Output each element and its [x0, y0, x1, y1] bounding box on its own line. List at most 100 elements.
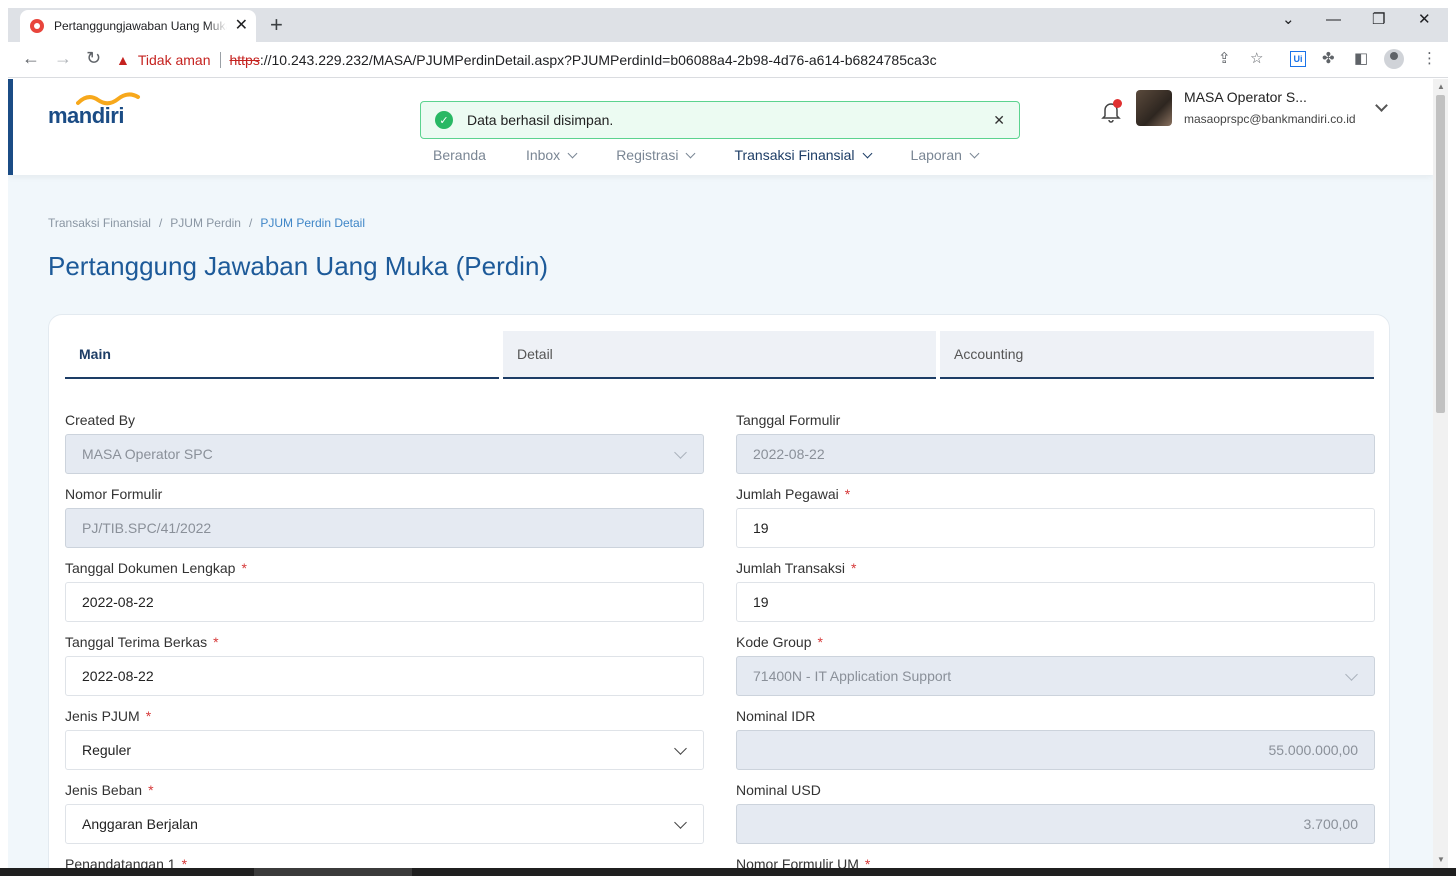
menu-kebab-icon[interactable]: ⋮: [1422, 51, 1437, 66]
tgl-formulir-value: 2022-08-22: [753, 446, 825, 462]
nav-registrasi[interactable]: Registrasi: [616, 147, 696, 163]
main-nav: Beranda Inbox Registrasi Transaksi Finan…: [433, 147, 980, 163]
tgl-formulir-label: Tanggal Formulir: [736, 412, 841, 428]
nav-beranda[interactable]: Beranda: [433, 147, 486, 163]
browser-toolbar: ← → ↻ ▲ Tidak aman https ://10.243.229.2…: [8, 42, 1448, 78]
reload-icon[interactable]: ↻: [86, 49, 101, 67]
success-toast: ✓ Data berhasil disimpan. ✕: [420, 101, 1020, 139]
chevron-down-icon: [862, 148, 872, 158]
scroll-up-icon[interactable]: ▲: [1437, 82, 1445, 91]
tab-search-icon[interactable]: ⌄: [1282, 12, 1295, 27]
tab-close-icon[interactable]: ✕: [235, 18, 248, 34]
check-circle-icon: ✓: [435, 111, 453, 129]
bookmark-star-icon[interactable]: ☆: [1250, 51, 1263, 66]
jumlah-transaksi-input[interactable]: 19: [736, 582, 1375, 622]
share-icon[interactable]: ⇪: [1218, 51, 1231, 66]
tab-detail[interactable]: Detail: [503, 331, 936, 379]
scroll-down-icon[interactable]: ▼: [1437, 855, 1445, 864]
tgl-formulir-field[interactable]: 2022-08-22: [736, 434, 1375, 474]
tab-label: Detail: [517, 346, 553, 362]
required-mark: *: [213, 634, 219, 650]
breadcrumb-item[interactable]: Transaksi Finansial: [48, 216, 151, 230]
tab-title: Pertanggungjawaban Uang Muka: [54, 19, 227, 33]
minimize-icon[interactable]: —: [1326, 12, 1341, 27]
uipath-extension-icon[interactable]: Ui: [1290, 51, 1306, 67]
vertical-scrollbar[interactable]: ▲ ▼: [1433, 79, 1448, 868]
url-text: ://10.243.229.232/MASA/PJUMPerdinDetail.…: [259, 52, 937, 68]
required-mark: *: [864, 856, 871, 868]
label-text: Jenis Beban: [65, 782, 143, 798]
nomor-formulir-field[interactable]: PJ/TIB.SPC/41/2022: [65, 508, 704, 548]
nav-label: Transaksi Finansial: [734, 147, 855, 163]
nav-inbox[interactable]: Inbox: [526, 147, 578, 163]
divider: [220, 52, 222, 68]
breadcrumb-separator: /: [158, 216, 163, 230]
tab-label: Accounting: [954, 346, 1024, 362]
jenis-beban-value: Anggaran Berjalan: [82, 816, 198, 832]
tab-label: Main: [79, 346, 111, 362]
new-tab-button[interactable]: +: [270, 14, 283, 36]
back-icon[interactable]: ←: [22, 49, 40, 67]
label-text: Kode Group: [736, 634, 812, 650]
kode-group-select[interactable]: 71400N - IT Application Support: [736, 656, 1375, 696]
form-tabs: Main Detail Accounting: [65, 331, 1375, 379]
required-mark: *: [844, 486, 851, 502]
nav-laporan[interactable]: Laporan: [911, 147, 980, 163]
scrollbar-thumb[interactable]: [1436, 95, 1445, 413]
breadcrumb-item[interactable]: PJUM Perdin: [170, 216, 241, 230]
tgl-dokumen-input[interactable]: 2022-08-22: [65, 582, 704, 622]
nominal-usd-value: 3.700,00: [1303, 816, 1359, 832]
created-by-label: Created By: [65, 412, 136, 428]
mandiri-logo[interactable]: mandiri: [48, 92, 158, 133]
address-bar[interactable]: ▲ Tidak aman https ://10.243.229.232/MAS…: [116, 46, 1282, 74]
tab-accounting[interactable]: Accounting: [940, 331, 1374, 379]
nav-transaksi-finansial[interactable]: Transaksi Finansial: [734, 147, 872, 163]
jumlah-transaksi-value: 19: [753, 594, 769, 610]
jumlah-pegawai-input[interactable]: 19: [736, 508, 1375, 548]
forward-icon[interactable]: →: [54, 49, 72, 67]
created-by-select[interactable]: MASA Operator SPC: [65, 434, 704, 474]
nominal-usd-field[interactable]: 3.700,00: [736, 804, 1375, 844]
restore-icon[interactable]: ❐: [1372, 12, 1385, 27]
chevron-down-icon: [1345, 668, 1358, 681]
profile-icon[interactable]: [1384, 49, 1404, 69]
tgl-dokumen-label: Tanggal Dokumen Lengkap *: [65, 560, 247, 576]
security-label[interactable]: Tidak aman: [138, 52, 211, 68]
chevron-down-icon: [674, 816, 687, 829]
nominal-usd-label: Nominal USD: [736, 782, 821, 798]
browser-tab[interactable]: Pertanggungjawaban Uang Muka ✕: [20, 10, 256, 42]
warning-icon: ▲: [116, 52, 130, 68]
breadcrumb-current: PJUM Perdin Detail: [260, 216, 366, 230]
nomor-formulir-value: PJ/TIB.SPC/41/2022: [82, 520, 212, 536]
notification-dot: [1113, 99, 1122, 108]
required-mark: *: [817, 634, 823, 650]
logo-text: mandiri: [48, 103, 124, 128]
toast-close-icon[interactable]: ✕: [993, 112, 1005, 129]
user-name[interactable]: MASA Operator S...: [1184, 89, 1307, 105]
penandatangan-label: Penandatangan 1 *: [65, 856, 187, 868]
window-close-icon[interactable]: ✕: [1418, 12, 1431, 27]
tgl-terima-input[interactable]: 2022-08-22: [65, 656, 704, 696]
nav-label: Beranda: [433, 147, 486, 163]
app-header: mandiri ✓ Data berhasil disimpan. ✕ Bera…: [8, 79, 1433, 175]
notification-bell-icon[interactable]: [1100, 99, 1122, 123]
label-text: Jumlah Transaksi: [736, 560, 845, 576]
extensions-puzzle-icon[interactable]: ✤: [1322, 51, 1335, 66]
side-panel-icon[interactable]: ◧: [1354, 51, 1368, 66]
page: mandiri ✓ Data berhasil disimpan. ✕ Bera…: [8, 79, 1433, 868]
required-mark: *: [148, 782, 154, 798]
label-text: Jumlah Pegawai: [736, 486, 839, 502]
jenis-beban-select[interactable]: Anggaran Berjalan: [65, 804, 704, 844]
jumlah-transaksi-label: Jumlah Transaksi *: [736, 560, 856, 576]
user-menu-chevron-icon[interactable]: [1375, 99, 1388, 112]
jenis-pjum-select[interactable]: Reguler: [65, 730, 704, 770]
nominal-idr-field[interactable]: 55.000.000,00: [736, 730, 1375, 770]
avatar[interactable]: [1136, 90, 1172, 126]
jumlah-pegawai-value: 19: [753, 520, 769, 536]
nomor-formulir-label: Nomor Formulir: [65, 486, 163, 502]
jumlah-pegawai-label: Jumlah Pegawai *: [736, 486, 850, 502]
tab-main[interactable]: Main: [65, 331, 499, 379]
kode-group-label: Kode Group *: [736, 634, 823, 650]
toast-message: Data berhasil disimpan.: [467, 112, 614, 128]
taskbar-item[interactable]: [254, 868, 412, 876]
